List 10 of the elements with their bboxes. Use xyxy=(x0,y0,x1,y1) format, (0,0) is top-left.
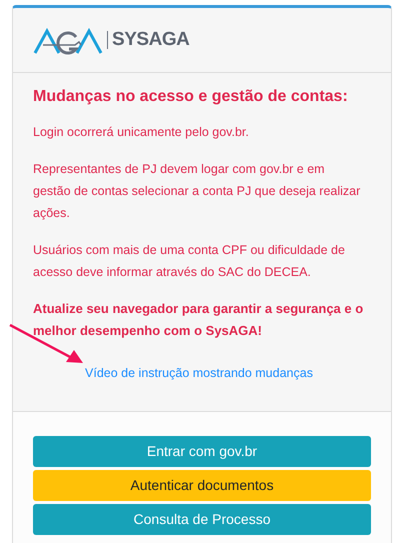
notice-paragraph: Atualize seu navegador para garantir a segurança e o melhor desempenho com o SysAGA! xyxy=(33,300,364,340)
notice-title: Mudanças no acesso e gestão de contas: xyxy=(33,87,349,107)
action-button[interactable]: Autenticar documentos xyxy=(33,470,371,501)
instruction-video-link[interactable]: Vídeo de instrução mostrando mudanças xyxy=(85,366,313,380)
notice-paragraph: Representantes de PJ devem logar com gov.br e em gestão de contas selecionar a conta PJ que deseja realizar ações. xyxy=(33,161,362,222)
action-button[interactable]: Entrar com gov.br xyxy=(33,436,371,467)
notice-paragraph: Login ocorrerá unicamente pelo gov.br. xyxy=(33,124,250,141)
action-button[interactable]: Consulta de Processo xyxy=(33,504,371,535)
logo-text: SYSAGA xyxy=(112,28,190,52)
notice-paragraph: Usuários com mais de uma conta CPF ou dificuldade de acesso deve informar através do SAC do DECEA. xyxy=(33,242,346,281)
